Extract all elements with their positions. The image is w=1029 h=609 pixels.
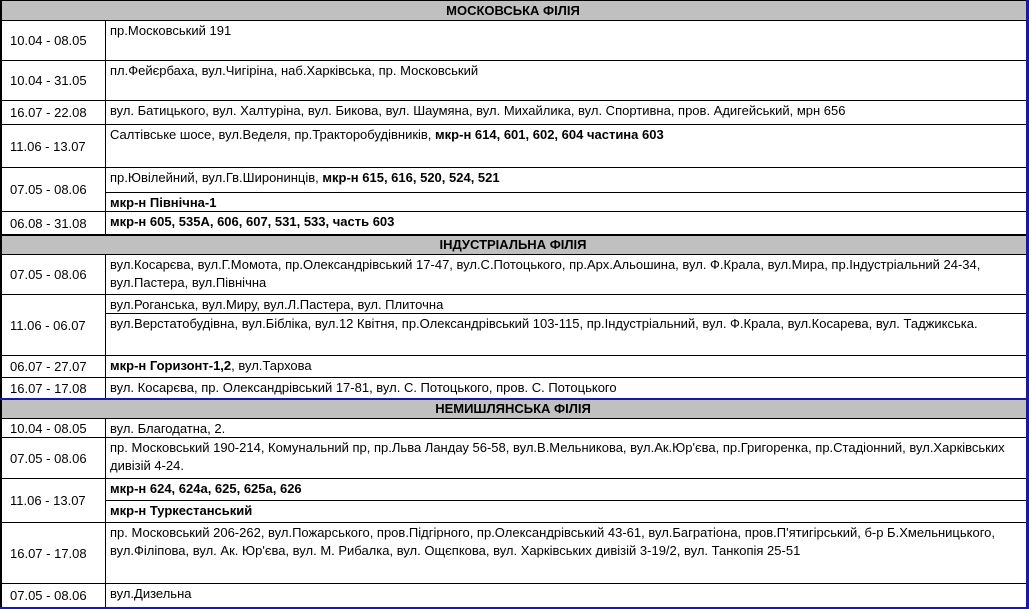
streets-text: вул.Дизельна [110, 586, 192, 601]
table-row: 10.04 - 08.05 пр.Московський 191 [0, 21, 1026, 61]
date-range-cell: 07.05 - 08.06 [0, 255, 106, 295]
streets-text: пр. Московський 190-214, Комунальний пр,… [110, 440, 1005, 473]
date-range-cell: 16.07 - 17.08 [0, 378, 106, 399]
table-row: 06.08 - 31.08 мкр-н 605, 535А, 606, 607, … [0, 212, 1026, 235]
streets-text: вул.Косарєва, вул.Г.Момота, пр.Олександр… [110, 257, 981, 290]
streets-cell: мкр-н Туркестанський [106, 501, 1026, 523]
district-label: мкр-н 615, 616, 520, 524, 521 [322, 170, 500, 185]
streets-text: Салтівське шосе, вул.Веделя, пр.Тракторо… [110, 127, 436, 142]
streets-cell: мкр-н 605, 535А, 606, 607, 531, 533, час… [106, 212, 1026, 235]
table-row: 16.07 - 22.08 вул. Батицького, вул. Халту… [0, 101, 1026, 125]
streets-cell: пр.Ювілейний, вул.Гв.Широнинців, мкр-н 6… [106, 168, 1026, 193]
streets-cell: мкр-н Горизонт-1,2, вул.Тархова [106, 356, 1026, 378]
table-row: 07.05 - 08.06 пр.Ювілейний, вул.Гв.Широни… [0, 168, 1026, 212]
streets-text: вул. Батицького, вул. Халтуріна, вул. Би… [110, 103, 846, 118]
table-row: 11.06 - 13.07 Салтівське шосе, вул.Веделя… [0, 125, 1026, 168]
streets-cell: вул. Благодатна, 2. [106, 419, 1026, 438]
table-row: 10.04 - 08.05 вул. Благодатна, 2. [0, 419, 1026, 438]
date-range-cell: 07.05 - 08.06 [0, 584, 106, 608]
streets-text: вул.Роганська, вул.Миру, вул.Л.Пастера, … [110, 297, 444, 312]
left-border [0, 0, 2, 609]
streets-text: пр.Ювілейний, вул.Гв.Широнинців, [110, 170, 323, 185]
table-row: 07.05 - 08.06 вул.Дизельна [0, 584, 1026, 608]
table-row: 11.06 - 13.07 мкр-н 624, 624а, 625, 625а,… [0, 479, 1026, 523]
streets-cell: мкр-н Північна-1 [106, 193, 1026, 212]
section-header: МОСКОВСЬКА ФІЛІЯ [0, 0, 1026, 21]
table-row: 06.07 - 27.07 мкр-н Горизонт-1,2, вул.Тар… [0, 356, 1026, 378]
district-label: мкр-н 624, 624а, 625, 625а, 626 [110, 481, 302, 496]
streets-cell: вул.Верстатобудівна, вул.Бібліка, вул.12… [106, 314, 1026, 356]
date-range-cell: 11.06 - 13.07 [0, 125, 106, 168]
streets-cell: мкр-н 624, 624а, 625, 625а, 626 [106, 479, 1026, 501]
district-label: мкр-н Горизонт-1,2 [110, 358, 232, 373]
streets-text: пр.Московський 191 [110, 23, 232, 38]
streets-cell: пр. Московський 206-262, вул.Пожарського… [106, 523, 1026, 584]
section-header: ІНДУСТРІАЛЬНА ФІЛІЯ [0, 235, 1026, 255]
streets-cell: Салтівське шосе, вул.Веделя, пр.Тракторо… [106, 125, 1026, 168]
section-divider [0, 398, 1029, 400]
date-range-cell: 16.07 - 22.08 [0, 101, 106, 125]
date-range-cell: 10.04 - 08.05 [0, 21, 106, 61]
streets-cell: вул.Косарєва, вул.Г.Момота, пр.Олександр… [106, 255, 1026, 295]
table-row: 07.05 - 08.06 вул.Косарєва, вул.Г.Момота,… [0, 255, 1026, 295]
streets-cell: пр. Московський 190-214, Комунальний пр,… [106, 438, 1026, 479]
streets-text: вул. Благодатна, 2. [110, 421, 226, 436]
date-range-cell: 06.07 - 27.07 [0, 356, 106, 378]
streets-text: пр. Московський 206-262, вул.Пожарського… [110, 525, 995, 558]
streets-text: вул.Верстатобудівна, вул.Бібліка, вул.12… [110, 316, 978, 331]
table-row: 07.05 - 08.06 пр. Московський 190-214, Ко… [0, 438, 1026, 479]
table-row: 16.07 - 17.08 пр. Московський 206-262, ву… [0, 523, 1026, 584]
streets-cell: вул. Косарєва, пр. Олександрівський 17-8… [106, 378, 1026, 399]
section-header: НЕМИШЛЯНСЬКА ФІЛІЯ [0, 399, 1026, 419]
streets-cell: вул.Дизельна [106, 584, 1026, 608]
district-label: мкр-н Туркестанський [110, 503, 253, 518]
date-range-cell: 16.07 - 17.08 [0, 523, 106, 584]
date-range-cell: 07.05 - 08.06 [0, 168, 106, 212]
date-range-cell: 07.05 - 08.06 [0, 438, 106, 479]
streets-cell: вул. Батицького, вул. Халтуріна, вул. Би… [106, 101, 1026, 125]
streets-cell: пл.Фейєрбаха, вул.Чигіріна, наб.Харківсь… [106, 61, 1026, 101]
date-range-cell: 11.06 - 06.07 [0, 295, 106, 356]
date-range-cell: 10.04 - 08.05 [0, 419, 106, 438]
date-range-cell: 11.06 - 13.07 [0, 479, 106, 523]
date-range-cell: 06.08 - 31.08 [0, 212, 106, 235]
district-label: мкр-н Північна-1 [110, 195, 217, 210]
table-row: 10.04 - 31.05 пл.Фейєрбаха, вул.Чигіріна,… [0, 61, 1026, 101]
table-row: 16.07 - 17.08 вул. Косарєва, пр. Олександ… [0, 378, 1026, 399]
streets-cell: вул.Роганська, вул.Миру, вул.Л.Пастера, … [106, 295, 1026, 314]
schedule-sheet: МОСКОВСЬКА ФІЛІЯ 10.04 - 08.05 пр.Московсь… [0, 0, 1029, 609]
streets-text: вул. Косарєва, пр. Олександрівський 17-8… [110, 380, 617, 395]
district-label: мкр-н 605, 535А, 606, 607, 531, 533, час… [110, 214, 395, 229]
streets-cell: пр.Московський 191 [106, 21, 1026, 61]
streets-text: , вул.Тархова [231, 358, 312, 373]
date-range-cell: 10.04 - 31.05 [0, 61, 106, 101]
streets-text: пл.Фейєрбаха, вул.Чигіріна, наб.Харківсь… [110, 63, 479, 78]
district-label: мкр-н 614, 601, 602, 604 частина 603 [435, 127, 664, 142]
table-row: 11.06 - 06.07 вул.Роганська, вул.Миру, ву… [0, 295, 1026, 356]
